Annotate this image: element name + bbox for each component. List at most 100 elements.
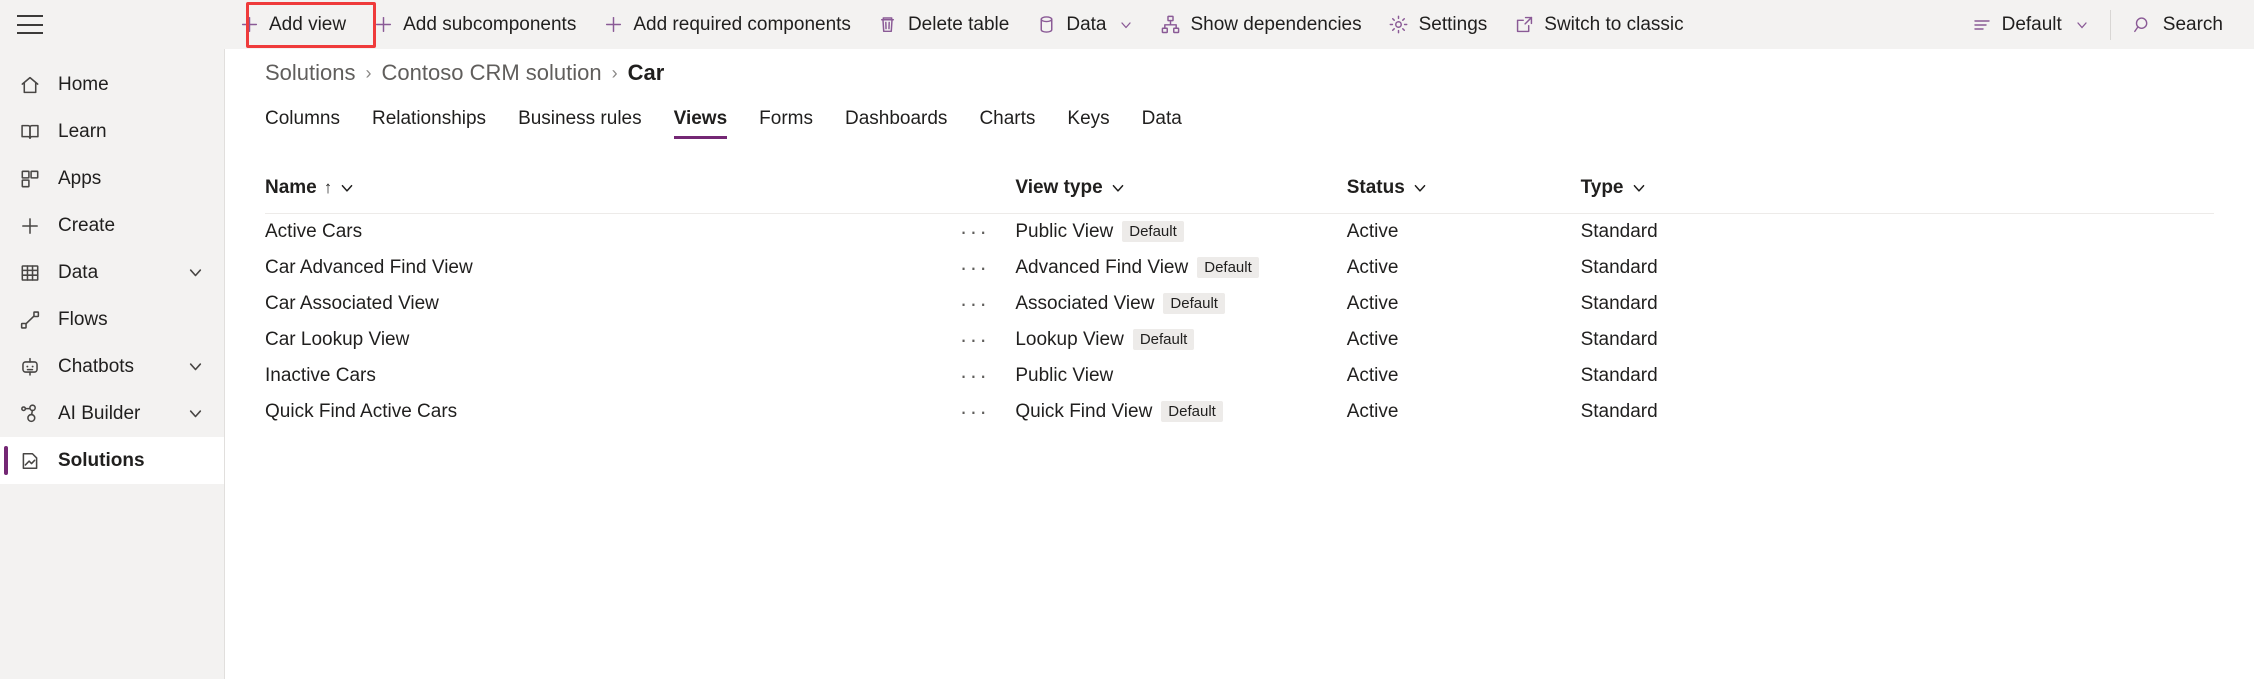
table-row[interactable]: Car Associated View ··· Associated ViewDef…: [265, 286, 2214, 322]
view-name-link[interactable]: Active Cars: [265, 221, 362, 243]
chevron-down-icon[interactable]: [187, 358, 204, 375]
breadcrumb-item-current: Car: [628, 60, 665, 86]
sidebar-item-label: Home: [58, 74, 224, 96]
search-icon: [2132, 14, 2154, 36]
global-nav-toggle[interactable]: [0, 0, 225, 49]
sidebar-item-home[interactable]: Home: [0, 61, 224, 108]
view-name-link[interactable]: Car Associated View: [265, 293, 439, 315]
cell-type: Standard: [1581, 214, 2214, 250]
tab-data[interactable]: Data: [1126, 108, 1198, 139]
cell-name: Car Advanced Find View ···: [265, 250, 1015, 286]
views-table: Name↑View typeStatus Type Active Cars ··· P…: [265, 177, 2214, 430]
column-header-label: Status: [1347, 177, 1405, 199]
command-add-required-components-button[interactable]: Add required components: [589, 0, 864, 49]
home-icon: [18, 73, 41, 96]
view-selector-label: Default: [2002, 14, 2062, 36]
column-header-status[interactable]: Status: [1347, 177, 1581, 214]
command-add-subcomponents-label: Add subcomponents: [403, 14, 576, 36]
cell-view-type: Public View: [1015, 358, 1346, 394]
sidebar-item-apps[interactable]: Apps: [0, 155, 224, 202]
command-add-subcomponents-button[interactable]: Add subcomponents: [359, 0, 589, 49]
cell-name: Car Lookup View ···: [265, 322, 1015, 358]
row-more-menu-icon[interactable]: ···: [956, 365, 993, 387]
tab-relationships[interactable]: Relationships: [356, 108, 502, 139]
cell-name: Inactive Cars ···: [265, 358, 1015, 394]
chevron-down-icon[interactable]: [187, 264, 204, 281]
apps-grid-icon: [18, 167, 41, 190]
cell-view-type: Lookup ViewDefault: [1015, 322, 1346, 358]
chevron-down-icon: [1119, 18, 1133, 32]
view-type-label: Advanced Find View: [1015, 257, 1188, 279]
table-row[interactable]: Car Advanced Find View ··· Advanced Find V…: [265, 250, 2214, 286]
command-add-required-components-label: Add required components: [633, 14, 851, 36]
table-row[interactable]: Active Cars···Public ViewDefaultActiveSt…: [265, 214, 2214, 250]
search-button[interactable]: Search: [2119, 0, 2236, 49]
sidebar-item-label: Chatbots: [58, 356, 170, 378]
solutions-icon: [18, 449, 41, 472]
command-delete-table-button[interactable]: Delete table: [864, 0, 1022, 49]
row-more-menu-icon[interactable]: ···: [956, 329, 993, 351]
sidebar-item-data[interactable]: Data: [0, 249, 224, 296]
row-more-menu-icon[interactable]: ···: [956, 221, 993, 243]
tab-dashboards[interactable]: Dashboards: [829, 108, 963, 139]
sidebar-item-ai-builder[interactable]: AI Builder: [0, 390, 224, 437]
sidebar-item-label: Create: [58, 215, 224, 237]
default-badge: Default: [1163, 293, 1225, 314]
chevron-down-icon[interactable]: [1412, 180, 1428, 196]
column-header-name[interactable]: Name↑: [265, 177, 1015, 214]
sidebar-item-create[interactable]: Create: [0, 202, 224, 249]
command-data-button[interactable]: Data: [1022, 0, 1146, 49]
row-more-menu-icon[interactable]: ···: [956, 257, 993, 279]
cell-status: Active: [1347, 394, 1581, 430]
breadcrumb: Solutions›Contoso CRM solution›Car: [225, 49, 2254, 97]
sidebar-item-learn[interactable]: Learn: [0, 108, 224, 155]
view-name-link[interactable]: Car Advanced Find View: [265, 257, 473, 279]
external-link-icon: [1513, 14, 1535, 36]
sidebar-item-label: AI Builder: [58, 403, 170, 425]
list-lines-icon: [1971, 14, 1993, 36]
command-settings-button[interactable]: Settings: [1375, 0, 1501, 49]
views-table-body: Active Cars ··· Public View Default Active St…: [265, 214, 2214, 430]
row-more-menu-icon[interactable]: ···: [956, 293, 993, 315]
column-header-view-type[interactable]: View type: [1015, 177, 1346, 214]
tab-columns[interactable]: Columns: [265, 108, 356, 139]
view-name-link[interactable]: Inactive Cars: [265, 365, 376, 387]
database-icon: [1035, 14, 1057, 36]
cell-name: Active Cars ···: [265, 214, 1015, 250]
cell-type: Standard: [1581, 250, 2214, 286]
row-more-menu-icon[interactable]: ···: [956, 401, 993, 423]
tab-views[interactable]: Views: [658, 108, 744, 139]
view-name-link[interactable]: Car Lookup View: [265, 329, 409, 351]
tab-charts[interactable]: Charts: [963, 108, 1051, 139]
breadcrumb-item-0[interactable]: Solutions: [265, 60, 356, 86]
table-row[interactable]: Inactive Cars···Public ViewActiveStandar…: [265, 358, 2214, 394]
hamburger-icon[interactable]: [17, 15, 43, 34]
chevron-down-icon[interactable]: [339, 180, 355, 196]
breadcrumb-item-1[interactable]: Contoso CRM solution: [382, 60, 602, 86]
chevron-down-icon[interactable]: [1631, 180, 1647, 196]
column-header-type[interactable]: Type: [1581, 177, 2214, 214]
tab-business-rules[interactable]: Business rules: [502, 108, 658, 139]
sidebar-item-flows[interactable]: Flows: [0, 296, 224, 343]
cell-view-type: Associated ViewDefault: [1015, 286, 1346, 322]
plus-icon: [602, 14, 624, 36]
chevron-down-icon[interactable]: [187, 405, 204, 422]
tab-keys[interactable]: Keys: [1051, 108, 1125, 139]
view-selector-button[interactable]: Default: [1958, 0, 2102, 49]
view-name-link[interactable]: Quick Find Active Cars: [265, 401, 457, 423]
command-switch-to-classic-button[interactable]: Switch to classic: [1500, 0, 1696, 49]
sidebar-item-solutions[interactable]: Solutions: [0, 437, 224, 484]
command-show-dependencies-button[interactable]: Show dependencies: [1146, 0, 1374, 49]
default-badge: Default: [1197, 257, 1259, 278]
table-row[interactable]: Quick Find Active Cars···Quick Find View…: [265, 394, 2214, 430]
command-add-view-button[interactable]: Add view: [225, 0, 359, 49]
plus-icon: [372, 14, 394, 36]
cell-view-type: Advanced Find View Default: [1015, 250, 1346, 286]
views-table-head: Name↑View typeStatus Type: [265, 177, 2214, 214]
sidebar-item-chatbots[interactable]: Chatbots: [0, 343, 224, 390]
tab-forms[interactable]: Forms: [743, 108, 829, 139]
command-data-label: Data: [1066, 14, 1106, 36]
bot-icon: [18, 355, 41, 378]
table-row[interactable]: Car Lookup View···Lookup ViewDefaultActi…: [265, 322, 2214, 358]
chevron-down-icon[interactable]: [1110, 180, 1126, 196]
